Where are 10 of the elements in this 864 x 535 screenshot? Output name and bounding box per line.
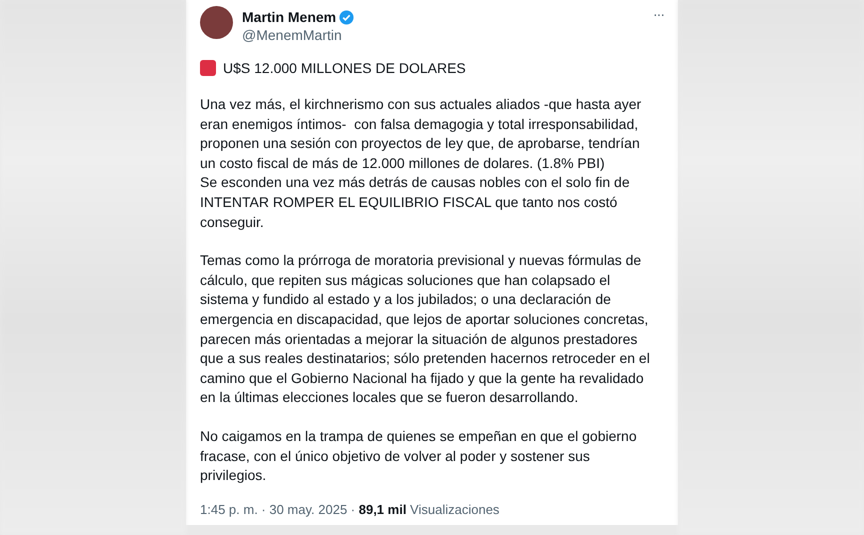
post-paragraph: Temas como la prórroga de moratoria previsional y nuevas fórmulas de cálculo, que repiten sus mágicas soluciones que han colapsado el sistema y fundido al estado y a los jubilados; o una declaración de emergencia en discapacidad, que lejos de aportar soluciones concretas, parecen más orientadas a mejorar la situación de algunos prestadores que a sus reales destinatarios; sólo pretenden hacernos retroceder en el camino que el Gobierno Nacional ha fijado y que la gente ha revalidado en la últimas elecciones locales que se fueron desarrollando. bbox=[200, 251, 651, 408]
square-emoji-icon bbox=[200, 60, 216, 76]
post-headline: U$S 12.000 MILLONES DE DOLARES bbox=[223, 60, 466, 76]
post-paragraph: Una vez más, el kirchnerismo con sus actuales aliados -que hasta ayer eran enemigos íntimos- con falsa demagogia y total irresponsabilidad, proponen una sesión con proyectos de ley que, de aprobarse, tendrían un costo fiscal de más de 12.000 millones de dolares. (1.8% PBI) Se esconden una vez más detrás de causas nobles con el solo fin de INTENTAR ROMPER EL EQUILIBRIO FISCAL que tanto nos costó conseguir. bbox=[200, 95, 642, 232]
avatar[interactable] bbox=[200, 6, 233, 39]
post-meta: 1:45 p. m. · 30 may. 2025 · 89,1 mil Visualizaciones bbox=[200, 502, 500, 517]
more-options-button[interactable]: ··· bbox=[653, 6, 664, 22]
author-name[interactable]: Martin Menem bbox=[242, 8, 336, 26]
post-paragraph: No caigamos en la trampa de quienes se empeñan en que el gobierno fracase, con el único objetivo de volver al poder y sostener sus privilegios. bbox=[200, 426, 638, 486]
author-handle[interactable]: @MenemMartin bbox=[242, 26, 644, 44]
